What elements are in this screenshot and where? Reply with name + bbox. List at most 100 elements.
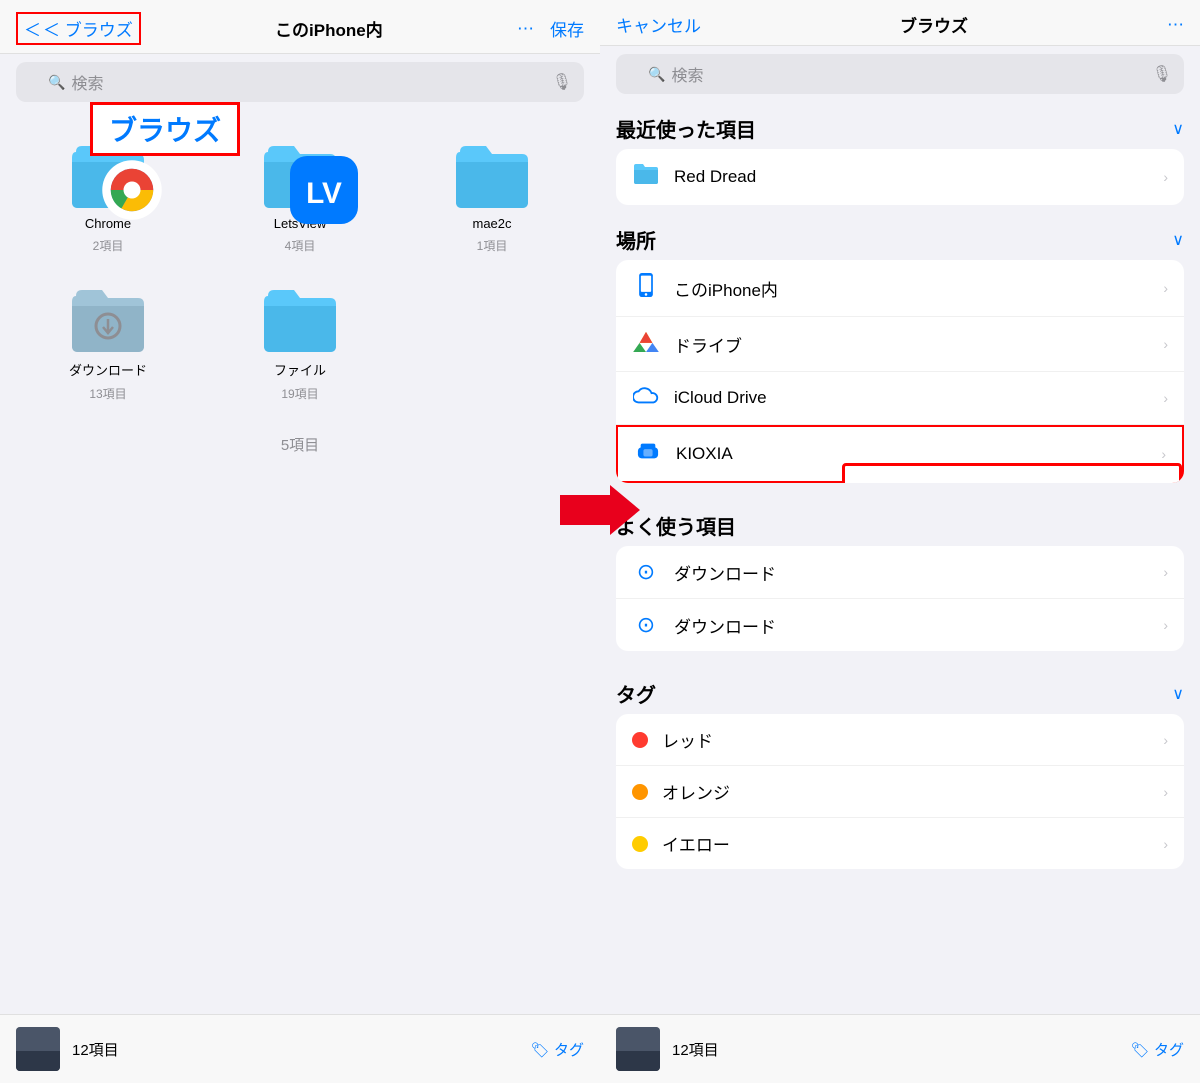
mae2c-folder-name: mae2c: [472, 216, 511, 231]
places-chevron-icon[interactable]: ∨: [1172, 230, 1184, 250]
browse-highlight-label: ブラウズ: [90, 102, 240, 156]
download-circle-icon-1: ⊙: [632, 559, 660, 585]
places-section-header: 場所 ∨: [600, 213, 1200, 260]
orange-tag-dot: [632, 784, 648, 800]
files-folder-icon: [260, 286, 340, 354]
left-nav-bar: ＜ ＜ ブラウズ このiPhone内 ⋯ 保存: [0, 0, 600, 54]
places-list: このiPhone内 › ドライブ ›: [616, 260, 1184, 483]
right-bottom-count: 12項目: [672, 1039, 719, 1060]
download-circle-icon-2: ⊙: [632, 612, 660, 638]
list-item-download1[interactable]: ⊙ ダウンロード ›: [616, 546, 1184, 599]
left-search-placeholder: 検索: [71, 70, 551, 94]
folder-icon: [632, 162, 660, 192]
download2-chevron-icon: ›: [1163, 617, 1168, 633]
right-mic-icon: 🎙: [1152, 64, 1172, 84]
iphone-label: このiPhone内: [674, 276, 1149, 301]
folder-download[interactable]: ダウンロード 13項目: [24, 286, 192, 402]
iphone-chevron-icon: ›: [1163, 280, 1168, 296]
list-item-kioxia[interactable]: KIOXIA › KIOXIA 名称が異なる場合も！: [616, 425, 1184, 483]
list-item-red-tag[interactable]: レッド ›: [616, 714, 1184, 766]
mae2c-folder-count: 1項目: [477, 237, 508, 254]
letsview-badge: LV: [284, 156, 316, 188]
kioxia-popup: KIOXIA 名称が異なる場合も！: [842, 463, 1182, 483]
tags-list: レッド › オレンジ › イエロー ›: [616, 714, 1184, 869]
chrome-badge: [92, 156, 124, 188]
files-folder-count: 19項目: [281, 385, 318, 402]
right-thumbnail: [616, 1027, 660, 1071]
red-dread-chevron-icon: ›: [1163, 169, 1168, 185]
yellow-tag-dot: [632, 836, 648, 852]
favorites-list: ⊙ ダウンロード › ⊙ ダウンロード ›: [616, 546, 1184, 651]
left-item-count: 5項目: [0, 426, 600, 463]
favorites-section-header: よく使う項目: [600, 499, 1200, 546]
right-bottom-tag[interactable]: 🏷 タグ: [1131, 1039, 1184, 1060]
red-tag-chevron-icon: ›: [1163, 732, 1168, 748]
right-search-bar[interactable]: 🔍 検索 🎙: [616, 54, 1184, 94]
recent-chevron-icon[interactable]: ∨: [1172, 119, 1184, 139]
places-title: 場所: [616, 225, 656, 254]
right-bottom-bar: 12項目 🏷 タグ: [600, 1014, 1200, 1083]
left-nav-title: このiPhone内: [275, 16, 383, 41]
icloud-label: iCloud Drive: [674, 388, 1149, 408]
recent-list: Red Dread ›: [616, 149, 1184, 205]
folder-letsview[interactable]: LV LetsView 4項目: [216, 142, 384, 254]
tags-section-header: タグ ∨: [600, 667, 1200, 714]
download-folder-name: ダウンロード: [69, 360, 147, 379]
left-bottom-tag[interactable]: 🏷 タグ: [531, 1039, 584, 1060]
folder-files[interactable]: ファイル 19項目: [216, 286, 384, 402]
tags-title: タグ: [616, 679, 656, 708]
left-bottom-count: 12項目: [72, 1039, 119, 1060]
list-item-yellow-tag[interactable]: イエロー ›: [616, 818, 1184, 869]
yellow-tag-label: イエロー: [662, 831, 1149, 856]
download1-label: ダウンロード: [674, 560, 1149, 585]
right-search-icon: 🔍: [648, 66, 665, 83]
list-item-orange-tag[interactable]: オレンジ ›: [616, 766, 1184, 818]
drive-label: ドライブ: [674, 332, 1149, 357]
kioxia-chevron-icon: ›: [1161, 446, 1166, 462]
folder-mae2c[interactable]: mae2c 1項目: [408, 142, 576, 254]
kioxia-popup-top: KIOXIA: [869, 482, 1051, 483]
red-tag-label: レッド: [662, 727, 1149, 752]
search-icon: 🔍: [48, 74, 65, 91]
list-item-iphone[interactable]: このiPhone内 ›: [616, 260, 1184, 317]
mic-icon: 🎙: [552, 72, 572, 92]
yellow-tag-chevron-icon: ›: [1163, 836, 1168, 852]
letsview-folder-icon: LV: [260, 142, 340, 210]
more-button[interactable]: ⋯: [517, 19, 534, 39]
icloud-chevron-icon: ›: [1163, 390, 1168, 406]
iphone-icon: [632, 273, 660, 303]
tags-chevron-icon[interactable]: ∨: [1172, 684, 1184, 704]
right-more-button[interactable]: ⋯: [1167, 15, 1184, 35]
left-nav-actions: ⋯ 保存: [517, 16, 584, 41]
left-search-bar[interactable]: 🔍 検索 🎙: [16, 62, 584, 102]
download2-label: ダウンロード: [674, 613, 1149, 638]
left-thumbnail: [16, 1027, 60, 1071]
left-panel: ＜ ＜ ブラウズ このiPhone内 ⋯ 保存 🔍 検索 🎙 ブラウズ: [0, 0, 600, 1083]
folder-chrome[interactable]: Chrome 2項目: [24, 142, 192, 254]
drive-icon: [632, 330, 660, 358]
recent-section-header: 最近使った項目 ∨: [600, 102, 1200, 149]
red-dread-label: Red Dread: [674, 167, 1149, 187]
save-button[interactable]: 保存: [550, 16, 584, 41]
svg-text:LV: LV: [306, 177, 342, 210]
list-item-icloud[interactable]: iCloud Drive ›: [616, 372, 1184, 425]
cancel-button[interactable]: キャンセル: [616, 12, 701, 37]
files-folder-name: ファイル: [274, 360, 326, 379]
right-nav-bar: キャンセル ブラウズ ⋯: [600, 0, 1200, 46]
back-button[interactable]: ＜ ＜ ブラウズ: [16, 12, 141, 45]
orange-tag-label: オレンジ: [662, 779, 1149, 804]
right-arrow-icon: [560, 480, 640, 540]
right-search-placeholder: 検索: [671, 62, 1151, 86]
kioxia-popup-icon: [869, 482, 925, 483]
orange-tag-chevron-icon: ›: [1163, 784, 1168, 800]
left-bottom-bar: 12項目 🏷 タグ: [0, 1014, 600, 1083]
usb-drive-icon: [634, 440, 662, 468]
kioxia-label: KIOXIA: [676, 444, 1147, 464]
download-folder-count: 13項目: [89, 385, 126, 402]
list-item-red-dread[interactable]: Red Dread ›: [616, 149, 1184, 205]
folder-grid-row2: ダウンロード 13項目 ファイル 19項目: [0, 278, 600, 426]
list-item-drive[interactable]: ドライブ ›: [616, 317, 1184, 372]
icloud-icon: [632, 385, 660, 411]
back-label: ＜ ブラウズ: [43, 16, 133, 41]
list-item-download2[interactable]: ⊙ ダウンロード ›: [616, 599, 1184, 651]
